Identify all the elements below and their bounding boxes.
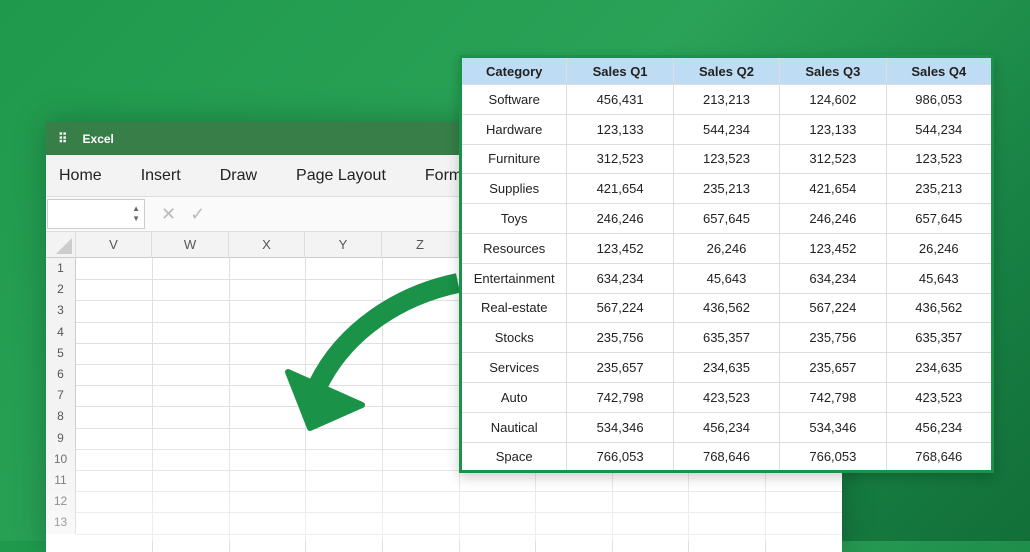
table-row: Nautical 534,346 456,234 534,346 456,234 (459, 411, 994, 443)
table-cell: Services (459, 352, 568, 383)
table-cell: 235,756 (566, 322, 674, 354)
table-cell: 45,643 (885, 262, 994, 294)
table-cell: 213,213 (672, 84, 781, 115)
table-cell: 26,246 (672, 232, 781, 264)
table-cell: 456,431 (566, 84, 674, 115)
table-cell: Furniture (459, 143, 568, 175)
table-cell: 235,213 (885, 173, 994, 205)
table-cell: 544,234 (885, 113, 994, 145)
table-cell: 246,246 (566, 203, 674, 234)
table-cell: 986,053 (885, 84, 994, 115)
table-cell: 123,452 (779, 232, 887, 264)
table-row: Auto 742,798 423,523 742,798 423,523 (459, 381, 994, 413)
table-row: Stocks 235,756 635,357 235,756 635,357 (459, 322, 994, 354)
table-cell: 657,645 (885, 203, 994, 234)
column-header: Sales Q4 (885, 56, 994, 85)
table-cell: 766,053 (779, 441, 887, 473)
table-cell: 312,523 (566, 143, 674, 175)
table-cell: 534,346 (779, 411, 887, 443)
table-cell: 234,635 (885, 352, 994, 383)
table-cell: 768,646 (672, 441, 781, 473)
table-cell: 657,645 (672, 203, 781, 234)
table-cell: 635,357 (672, 322, 781, 354)
column-header: Sales Q1 (566, 56, 674, 85)
table-cell: 635,357 (885, 322, 994, 354)
table-cell: 634,234 (779, 262, 887, 294)
table-cell: 534,346 (566, 411, 674, 443)
table-cell: 235,657 (779, 352, 887, 383)
table-row: Resources 123,452 26,246 123,452 26,246 (459, 232, 994, 264)
table-cell: 312,523 (779, 143, 887, 175)
table-cell: 634,234 (566, 262, 674, 294)
table-row: Supplies 421,654 235,213 421,654 235,213 (459, 173, 994, 205)
table-row: Real-estate 567,224 436,562 567,224 436,562 (459, 292, 994, 324)
table-row: Space 766,053 768,646 766,053 768,646 (459, 441, 994, 473)
table-cell: Auto (459, 381, 568, 413)
table-cell: Real-estate (459, 292, 568, 324)
table-cell: 436,562 (885, 292, 994, 324)
table-cell: Resources (459, 232, 568, 264)
table-row: Furniture 312,523 123,523 312,523 123,523 (459, 143, 994, 175)
table-cell: 235,657 (566, 352, 674, 383)
table-cell: 456,234 (885, 411, 994, 443)
table-row: Toys 246,246 657,645 246,246 657,645 (459, 203, 994, 234)
table-cell: Toys (459, 203, 568, 234)
table-cell: 45,643 (672, 262, 781, 294)
table-cell: 123,523 (885, 143, 994, 175)
table-cell: 26,246 (885, 232, 994, 264)
table-cell: 766,053 (566, 441, 674, 473)
table-cell: 246,246 (779, 203, 887, 234)
table-cell: 235,213 (672, 173, 781, 205)
table-cell: Supplies (459, 173, 568, 205)
table-cell: 123,452 (566, 232, 674, 264)
table-cell: 123,133 (566, 113, 674, 145)
table-cell: Entertainment (459, 262, 568, 294)
column-header: Category (459, 56, 568, 85)
table-cell: 742,798 (779, 381, 887, 413)
table-cell: 423,523 (885, 381, 994, 413)
table-cell: 567,224 (566, 292, 674, 324)
table-cell: Software (459, 84, 568, 115)
column-header: Sales Q3 (779, 56, 887, 85)
table-cell: 234,635 (672, 352, 781, 383)
table-cell: 421,654 (566, 173, 674, 205)
table-cell: 768,646 (885, 441, 994, 473)
sales-table: Category Sales Q1 Sales Q2 Sales Q3 Sales Q4… (459, 55, 994, 474)
table-header-row: Category Sales Q1 Sales Q2 Sales Q3 Sales Q4 (459, 56, 994, 85)
table-cell: 123,133 (779, 113, 887, 145)
table-cell: 544,234 (672, 113, 781, 145)
table-cell: Nautical (459, 411, 568, 443)
table-cell: Hardware (459, 113, 568, 145)
table-cell: 436,562 (672, 292, 781, 324)
table-row: Services 235,657 234,635 235,657 234,635 (459, 352, 994, 383)
table-cell: Stocks (459, 322, 568, 354)
column-header: Sales Q2 (672, 56, 781, 85)
table-row: Software 456,431 213,213 124,602 986,053 (459, 84, 994, 115)
table-cell: 567,224 (779, 292, 887, 324)
table-row: Entertainment 634,234 45,643 634,234 45,643 (459, 262, 994, 294)
table-cell: 123,523 (672, 143, 781, 175)
table-cell: 423,523 (672, 381, 781, 413)
table-cell: Space (459, 441, 568, 473)
table-row: Hardware 123,133 544,234 123,133 544,234 (459, 113, 994, 145)
table-cell: 235,756 (779, 322, 887, 354)
table-cell: 742,798 (566, 381, 674, 413)
table-cell: 456,234 (672, 411, 781, 443)
table-cell: 421,654 (779, 173, 887, 205)
table-cell: 124,602 (779, 84, 887, 115)
